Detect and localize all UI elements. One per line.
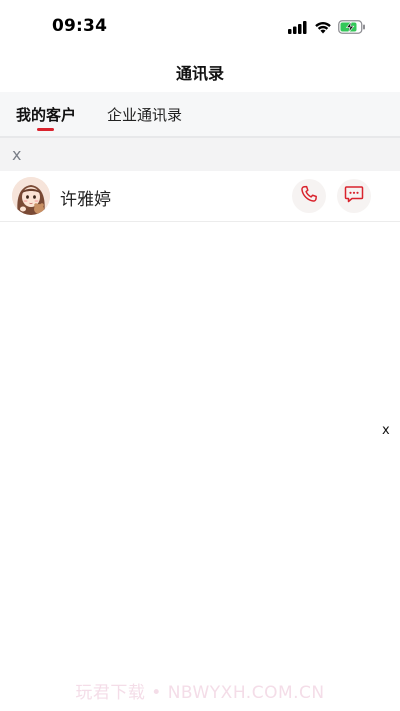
active-tab-indicator	[37, 128, 54, 131]
avatar-icon	[12, 177, 50, 215]
phone-icon	[300, 185, 318, 207]
tab-bar: 我的客户 企业通讯录	[0, 92, 400, 138]
list-item[interactable]: 许雅婷	[0, 171, 400, 222]
contact-name: 许雅婷	[60, 190, 111, 210]
floating-close-button[interactable]: x	[382, 423, 390, 438]
page-title: 通讯录	[175, 64, 224, 83]
call-button[interactable]	[292, 179, 326, 213]
message-button[interactable]	[337, 179, 371, 213]
signal-icon	[288, 20, 308, 34]
status-time: 09:34	[52, 16, 108, 36]
tab-enterprise-directory[interactable]: 企业通讯录	[107, 92, 182, 136]
wifi-icon	[314, 21, 332, 34]
filter-bar: x	[0, 138, 400, 171]
message-icon	[344, 185, 364, 207]
status-bar: 09:34	[0, 0, 400, 52]
status-icons	[288, 18, 366, 36]
navigation-bar: 通讯录	[0, 52, 400, 92]
watermark: 玩君下载 • NBWYXH.COM.CN	[75, 683, 325, 703]
clear-filter-button[interactable]: x	[12, 145, 21, 164]
battery-charging-icon	[338, 20, 366, 34]
